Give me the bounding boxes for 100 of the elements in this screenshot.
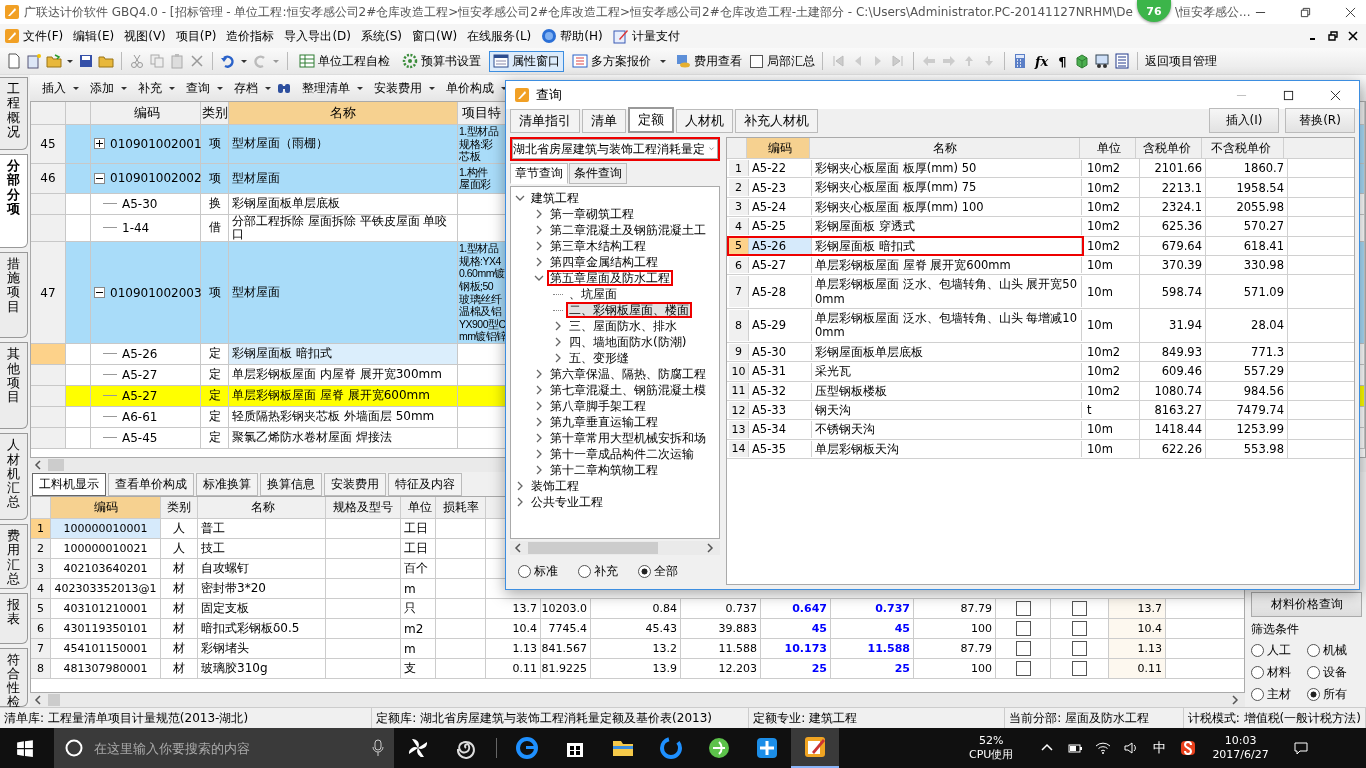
- table-cell: 1958.54: [1206, 178, 1288, 197]
- table-cell: 10m: [1084, 309, 1140, 342]
- table-cell: 借: [201, 214, 229, 242]
- table-cell: 1860.7: [1206, 159, 1288, 178]
- table-cell: A5-23: [749, 179, 812, 196]
- table-cell: 不锈钢天沟: [812, 421, 1082, 438]
- table-cell: 项: [201, 125, 229, 163]
- table-cell: 定: [201, 364, 229, 385]
- table-cell: 625.36: [1140, 217, 1206, 236]
- table-cell: A6-61: [122, 409, 158, 424]
- table-cell: 10m: [1084, 420, 1140, 439]
- table-cell: 100: [914, 619, 996, 638]
- table-cell: 87.79: [914, 599, 996, 618]
- table-cell: 100: [914, 659, 996, 678]
- table-cell: 984.56: [1206, 381, 1288, 400]
- table-cell: 618.41: [1206, 236, 1288, 255]
- table-cell: 45: [831, 619, 914, 638]
- table-cell: 1.构件 屋面彩: [458, 165, 491, 191]
- table-cell: 45: [761, 619, 831, 638]
- table-cell: 材: [161, 619, 198, 638]
- table-cell: 1080.74: [1140, 381, 1206, 400]
- table-cell: 609.46: [1140, 362, 1206, 381]
- table-cell: 10.4: [1109, 619, 1166, 638]
- table-cell: 单层彩钢板天沟: [812, 440, 1082, 457]
- table-cell: 单层彩钢板屋面 屋脊 展开宽600mm: [229, 385, 458, 406]
- table-cell: 换: [201, 193, 229, 214]
- table-cell: 370.39: [1140, 255, 1206, 275]
- table-cell: 330.98: [1206, 255, 1288, 275]
- table-cell: 彩钢屋面板 暗扣式: [812, 237, 1082, 254]
- table-cell: 10m: [1084, 275, 1140, 308]
- table-cell: 自攻螺钉: [198, 559, 326, 578]
- table-cell: 钢天沟: [812, 401, 1082, 419]
- table-cell: 403101210001: [51, 599, 161, 618]
- table-cell: 聚氯乙烯防水卷材屋面 焊接法: [229, 427, 458, 448]
- window-title: \恒安孝感公...: [1175, 3, 1251, 21]
- table-cell: 010901002003: [110, 285, 202, 300]
- table-cell: 密封带3*20: [198, 579, 326, 598]
- table-cell: 人: [161, 519, 198, 538]
- table-cell: 010901002001: [110, 136, 202, 151]
- table-cell: 7479.74: [1206, 400, 1288, 420]
- table-cell: 45.43: [591, 619, 681, 638]
- table-cell: 单层彩钢板屋面 内屋脊 展开宽300mm: [229, 364, 458, 385]
- table-cell: 25: [831, 659, 914, 678]
- table-cell: m: [401, 639, 436, 658]
- table-cell: 彩钢屋面板 暗扣式: [229, 343, 458, 364]
- table-cell: 598.74: [1140, 275, 1206, 308]
- table-cell: 1.13: [486, 639, 541, 658]
- table-cell: 材: [161, 639, 198, 658]
- table-cell: 570.27: [1206, 217, 1288, 236]
- table-cell: 0.647: [761, 599, 831, 618]
- table-cell: 11.588: [831, 639, 914, 658]
- table-cell: 工日: [401, 539, 436, 558]
- table-cell: 项: [201, 242, 229, 343]
- table-cell: 0.737: [681, 599, 761, 618]
- table-cell: 010901002002: [110, 171, 202, 186]
- table-cell: A5-28: [749, 276, 812, 307]
- table-cell: 8163.27: [1140, 400, 1206, 420]
- table-cell: 10m2: [1084, 217, 1140, 236]
- table-cell: 材: [161, 559, 198, 578]
- table-cell: A5-30: [749, 343, 812, 361]
- table-cell: 固定支板: [198, 599, 326, 618]
- table-cell: 1.型材品 规格:YX4 0.60mm镀 钢板;50 玻璃丝纤 温棉及铝 YX900型C mm镀铝锌: [458, 242, 507, 343]
- table-cell: 分部工程拆除 屋面拆除 平铁皮屋面 单咬口: [229, 214, 458, 242]
- table-cell: 100000010021: [51, 539, 161, 558]
- table-cell: 只: [401, 599, 436, 618]
- table-cell: 12.203: [681, 659, 761, 678]
- table-cell: 材: [161, 579, 198, 598]
- table-cell: 31.94: [1140, 309, 1206, 342]
- table-cell: 10m: [1084, 255, 1140, 275]
- table-cell: 10m2: [1084, 159, 1140, 178]
- table-cell: 2055.98: [1206, 197, 1288, 217]
- group-title: 筛选条件: [1251, 621, 1300, 638]
- table-cell: 单层彩钢板屋面 屋脊 展开宽600mm: [812, 256, 1082, 274]
- table-cell: 10.4: [486, 619, 541, 638]
- table-cell: 10m2: [1084, 381, 1140, 400]
- dialog-title: 查询: [536, 86, 562, 104]
- table-cell: 679.64: [1140, 236, 1206, 255]
- table-cell: 454101150001: [51, 639, 161, 658]
- table-cell: 10m: [1084, 439, 1140, 458]
- table-cell: A5-27: [122, 367, 158, 382]
- window-title: 广联达计价软件 GBQ4.0 - [招标管理 - 单位工程:恒安孝感公司2#仓库改造工程>恒安孝感公司2#仓库改造工程>恒安孝感公司2#仓库改造工程-土建部分 - C:\Users\Administrator.PC-20141127NRHM\De: [24, 3, 1133, 21]
- table-cell: m: [401, 579, 436, 598]
- table-cell: 1.型材品 规格:彩 芯板: [458, 125, 499, 163]
- table-cell: 百个: [401, 559, 436, 578]
- table-cell: 定: [201, 406, 229, 427]
- table-cell: 普工: [198, 519, 326, 538]
- table-cell: 支: [401, 659, 436, 678]
- table-cell: 481307980001: [51, 659, 161, 678]
- table-cell: 10m2: [1084, 178, 1140, 197]
- table-cell: A5-27: [122, 388, 158, 403]
- table-cell: A5-26: [122, 346, 158, 361]
- table-cell: 彩钢屋面板单层底板: [229, 193, 458, 214]
- table-cell: 定: [201, 427, 229, 448]
- table-cell: m2: [401, 619, 436, 638]
- table-cell: 28.04: [1206, 309, 1288, 342]
- table-cell: 841.567: [541, 639, 591, 658]
- table-cell: 7745.4: [541, 619, 591, 638]
- table-cell: 13.7: [486, 599, 541, 618]
- table-cell: 技工: [198, 539, 326, 558]
- table-cell: 工日: [401, 519, 436, 538]
